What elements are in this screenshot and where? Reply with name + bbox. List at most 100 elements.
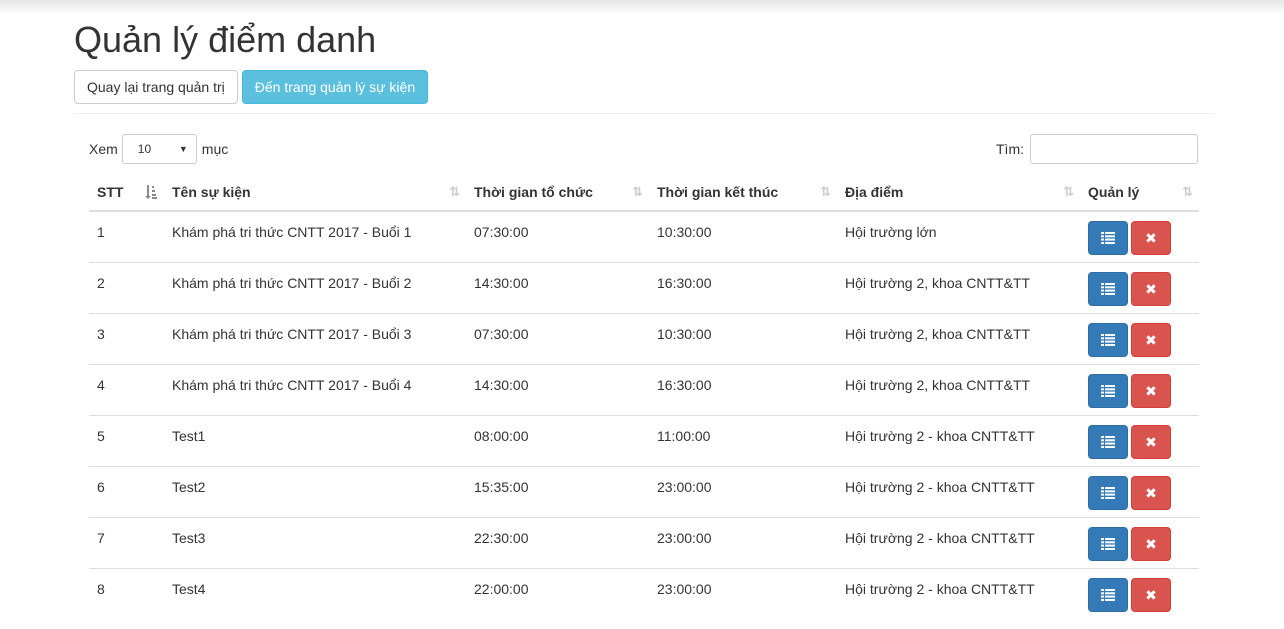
list-icon (1101, 282, 1115, 295)
cell-end-time: 10:30:00 (649, 312, 837, 364)
cell-event-name: Test4 (164, 567, 466, 619)
column-header-label: Địa điểm (845, 183, 904, 200)
page-container: Quản lý điểm danh Quay lại trang quản tr… (74, 14, 1214, 174)
cell-event-name: Test1 (164, 414, 466, 466)
cell-end-time: 23:00:00 (649, 516, 837, 568)
column-header-label: Thời gian kết thúc (657, 183, 779, 200)
remove-icon: ✖ (1145, 433, 1157, 450)
cell-location: Hội trường lớn (837, 210, 1080, 262)
delete-button[interactable]: ✖ (1131, 322, 1171, 357)
cell-actions: ✖ (1080, 465, 1199, 517)
page-title: Quản lý điểm danh (74, 19, 377, 60)
events-table: STT Tên sự kiện ⇅ Thời gian tổ chức ⇅ Th… (89, 173, 1199, 619)
sort-icon: ⇅ (449, 184, 460, 199)
sort-icon: ⇅ (632, 184, 643, 199)
column-header-start-time[interactable]: Thời gian tổ chức ⇅ (466, 173, 649, 212)
delete-button[interactable]: ✖ (1131, 424, 1171, 459)
cell-stt: 4 (89, 363, 164, 415)
column-header-location[interactable]: Địa điểm ⇅ (837, 173, 1080, 212)
table-row: 6 Test2 15:35:00 23:00:00 Hội trường 2 -… (89, 465, 1199, 517)
remove-icon: ✖ (1145, 230, 1157, 246)
cell-end-time: 23:00:00 (649, 567, 837, 619)
column-header-label: Quản lý (1088, 183, 1140, 200)
page-length-value: 10 (137, 142, 152, 156)
show-label: Xem (89, 141, 118, 157)
cell-actions: ✖ (1080, 516, 1199, 568)
back-to-admin-button[interactable]: Quay lại trang quản trị (74, 70, 238, 104)
list-icon (1101, 588, 1115, 601)
cell-actions: ✖ (1080, 567, 1199, 619)
cell-end-time: 16:30:00 (649, 261, 837, 313)
attendance-list-button[interactable] (1088, 271, 1128, 306)
cell-location: Hội trường 2, khoa CNTT&TT (837, 363, 1080, 415)
cell-event-name: Khám phá tri thức CNTT 2017 - Buổi 4 (164, 363, 466, 415)
cell-event-name: Test2 (164, 465, 466, 517)
header-divider (74, 113, 1214, 114)
attendance-list-button[interactable] (1088, 475, 1128, 510)
delete-button[interactable]: ✖ (1131, 526, 1171, 561)
sort-icon: ⇅ (1063, 184, 1074, 199)
remove-icon: ✖ (1145, 484, 1157, 501)
cell-actions: ✖ (1080, 312, 1199, 364)
remove-icon: ✖ (1145, 280, 1157, 297)
delete-button[interactable]: ✖ (1131, 221, 1171, 255)
cell-end-time: 16:30:00 (649, 363, 837, 415)
sort-icon: ⇅ (1182, 184, 1193, 199)
search-control: Tìm: (996, 134, 1198, 164)
action-buttons: Quay lại trang quản trị Đến trang quản l… (74, 70, 1214, 104)
cell-actions: ✖ (1080, 261, 1199, 313)
delete-button[interactable]: ✖ (1131, 475, 1171, 510)
page-length-select[interactable]: 10 ▼ (121, 134, 197, 164)
column-header-end-time[interactable]: Thời gian kết thúc ⇅ (649, 173, 837, 212)
entries-label: mục (201, 141, 229, 157)
table-row: 1 Khám phá tri thức CNTT 2017 - Buổi 1 0… (89, 210, 1199, 262)
attendance-list-button[interactable] (1088, 373, 1128, 408)
column-header-manage[interactable]: Quản lý ⇅ (1080, 173, 1199, 212)
cell-start-time: 07:30:00 (466, 210, 649, 262)
table-header-row: STT Tên sự kiện ⇅ Thời gian tổ chức ⇅ Th… (89, 173, 1199, 212)
cell-start-time: 07:30:00 (466, 312, 649, 364)
page-length-control: Xem 10 ▼ mục (89, 134, 228, 164)
table-row: 8 Test4 22:00:00 23:00:00 Hội trường 2 -… (89, 567, 1199, 619)
list-icon (1101, 486, 1115, 499)
column-header-stt[interactable]: STT (89, 173, 164, 212)
attendance-list-button[interactable] (1088, 424, 1128, 459)
cell-event-name: Khám phá tri thức CNTT 2017 - Buổi 1 (164, 210, 466, 262)
cell-stt: 1 (89, 210, 164, 262)
go-to-events-button[interactable]: Đến trang quản lý sự kiện (241, 70, 429, 104)
sort-icon: ⇅ (820, 184, 831, 199)
cell-location: Hội trường 2 - khoa CNTT&TT (837, 567, 1080, 619)
cell-location: Hội trường 2, khoa CNTT&TT (837, 261, 1080, 313)
list-icon (1101, 333, 1115, 346)
cell-stt: 3 (89, 312, 164, 364)
cell-location: Hội trường 2, khoa CNTT&TT (837, 312, 1080, 364)
column-header-label: Thời gian tổ chức (474, 183, 593, 200)
chevron-down-icon: ▼ (178, 144, 188, 154)
search-input[interactable] (1030, 134, 1198, 164)
cell-location: Hội trường 2 - khoa CNTT&TT (837, 414, 1080, 466)
cell-start-time: 22:00:00 (466, 567, 649, 619)
attendance-list-button[interactable] (1088, 577, 1128, 612)
cell-start-time: 22:30:00 (466, 516, 649, 568)
cell-start-time: 14:30:00 (466, 261, 649, 313)
remove-icon: ✖ (1145, 586, 1157, 603)
column-header-name[interactable]: Tên sự kiện ⇅ (164, 173, 466, 212)
table-row: 3 Khám phá tri thức CNTT 2017 - Buổi 3 0… (89, 312, 1199, 364)
cell-end-time: 10:30:00 (649, 210, 837, 262)
attendance-list-button[interactable] (1088, 526, 1128, 561)
list-icon (1101, 537, 1115, 550)
cell-stt: 7 (89, 516, 164, 568)
delete-button[interactable]: ✖ (1131, 373, 1171, 408)
cell-stt: 5 (89, 414, 164, 466)
search-label: Tìm: (996, 141, 1024, 157)
list-icon (1101, 232, 1115, 244)
sort-amount-asc-icon (144, 184, 158, 204)
cell-end-time: 11:00:00 (649, 414, 837, 466)
attendance-list-button[interactable] (1088, 322, 1128, 357)
attendance-list-button[interactable] (1088, 221, 1128, 255)
delete-button[interactable]: ✖ (1131, 271, 1171, 306)
table-row: 4 Khám phá tri thức CNTT 2017 - Buổi 4 1… (89, 363, 1199, 415)
table-row: 7 Test3 22:30:00 23:00:00 Hội trường 2 -… (89, 516, 1199, 568)
cell-event-name: Khám phá tri thức CNTT 2017 - Buổi 3 (164, 312, 466, 364)
delete-button[interactable]: ✖ (1131, 577, 1171, 612)
